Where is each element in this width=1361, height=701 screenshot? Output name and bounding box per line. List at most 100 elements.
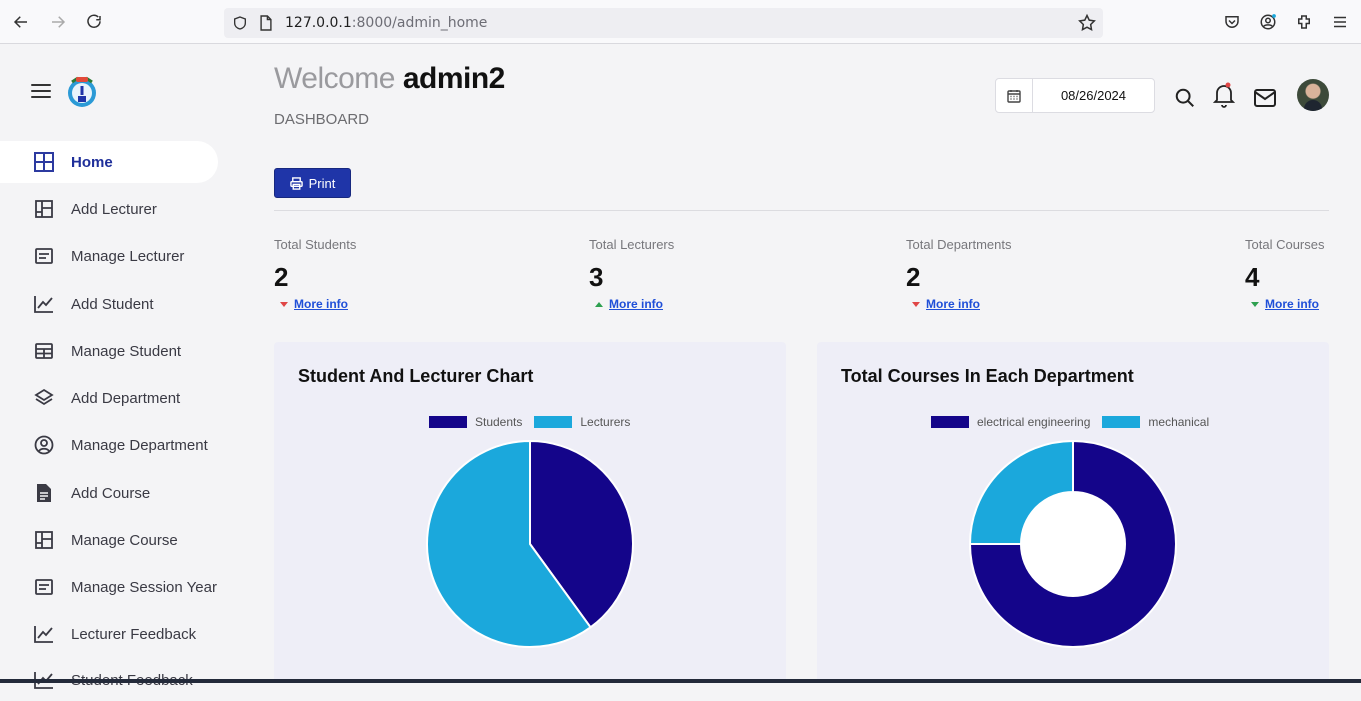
stat-value: 3	[589, 262, 604, 292]
pie-chart	[426, 439, 634, 648]
chart-legend: Students Lecturers	[429, 415, 642, 429]
reload-icon[interactable]	[82, 10, 106, 34]
file-icon	[33, 482, 55, 504]
stat-label: Total Departments	[906, 237, 1012, 252]
stat-total-departments: Total Departments 2 More info	[906, 237, 1012, 311]
sidebar-item-add-department[interactable]: Add Department	[0, 377, 218, 419]
trend-down-icon	[280, 301, 288, 307]
back-arrow-icon[interactable]	[9, 10, 33, 34]
doughnut-hole	[1021, 492, 1125, 596]
layout-icon	[33, 198, 55, 220]
legend-label: mechanical	[1148, 415, 1210, 429]
sidebar-item-label: Add Lecturer	[71, 200, 157, 218]
user-circle-icon	[33, 434, 55, 456]
sidebar-item-add-lecturer[interactable]: Add Lecturer	[0, 188, 218, 230]
sidebar-item-label: Manage Course	[71, 531, 178, 549]
mail-icon[interactable]	[1253, 86, 1277, 110]
sidebar-item-add-course[interactable]: Add Course	[0, 472, 218, 514]
doughnut-chart	[968, 439, 1177, 648]
legend-swatch	[429, 416, 467, 428]
shield-icon	[234, 16, 246, 30]
divider	[274, 210, 1329, 211]
sidebar-item-label: Manage Lecturer	[71, 247, 185, 265]
student-lecturer-chart-card: Student And Lecturer Chart Students Lectu…	[274, 342, 786, 683]
account-icon[interactable]	[1256, 10, 1280, 34]
sidebar-item-label: Add Student	[71, 295, 154, 313]
sidebar-item-label: Manage Session Year	[71, 578, 217, 596]
more-info-link[interactable]: More info	[1265, 297, 1319, 311]
stat-label: Total Courses	[1245, 237, 1325, 252]
trend-down-icon	[1251, 301, 1259, 307]
hamburger-menu-icon[interactable]	[31, 84, 51, 100]
username: admin2	[402, 62, 506, 95]
legend-swatch	[534, 416, 573, 428]
legend-item[interactable]: electrical engineering	[931, 415, 1090, 429]
chart-line-icon	[33, 293, 55, 315]
browser-toolbar: 127.0.0.1:8000/admin_home	[0, 0, 1361, 44]
legend-item[interactable]: mechanical	[1102, 415, 1209, 429]
sidebar-item-label: Add Department	[71, 389, 181, 407]
sidebar-item-label: Lecturer Feedback	[71, 625, 197, 643]
print-label: Print	[308, 175, 336, 191]
stat-value: 2	[274, 262, 289, 292]
bookmark-star-icon[interactable]	[1077, 13, 1097, 33]
table-icon	[33, 340, 55, 362]
date-value[interactable]: 08/26/2024	[1033, 79, 1154, 112]
page-title: Welcome admin2	[274, 62, 505, 96]
layout-icon	[33, 529, 55, 551]
stat-label: Total Lecturers	[589, 237, 675, 252]
sidebar-item-label: Home	[71, 153, 113, 171]
page-subtitle: DASHBOARD	[274, 111, 370, 128]
page-icon	[260, 15, 272, 31]
address-bar[interactable]: 127.0.0.1:8000/admin_home	[224, 8, 1103, 38]
sidebar: Home Add Lecturer Manage Lecturer Add St…	[0, 44, 240, 689]
stat-label: Total Students	[274, 237, 357, 252]
grid-icon	[33, 151, 55, 173]
stat-total-students: Total Students 2 More info	[274, 237, 356, 311]
card-title: Total Courses In Each Department	[841, 366, 1134, 386]
print-button[interactable]: Print	[274, 168, 351, 198]
calendar-icon[interactable]	[996, 79, 1033, 112]
more-info-link[interactable]: More info	[294, 297, 348, 311]
layers-icon	[33, 387, 55, 409]
date-picker[interactable]: 08/26/2024	[995, 78, 1155, 113]
stat-value: 2	[906, 262, 921, 292]
printer-icon	[289, 176, 303, 190]
notification-bell-icon[interactable]	[1212, 82, 1236, 108]
sidebar-item-manage-department[interactable]: Manage Department	[0, 424, 218, 466]
sidebar-item-manage-lecturer[interactable]: Manage Lecturer	[0, 235, 218, 277]
legend-label: electrical engineering	[977, 415, 1091, 429]
list-icon	[33, 245, 55, 267]
sidebar-item-manage-student[interactable]: Manage Student	[0, 330, 218, 372]
taskbar-edge	[0, 679, 1361, 683]
list-icon	[33, 576, 55, 598]
sidebar-item-home[interactable]: Home	[0, 141, 218, 183]
url-path: :8000/admin_home	[351, 15, 488, 31]
trend-up-icon	[595, 301, 603, 307]
sidebar-item-manage-session-year[interactable]: Manage Session Year	[0, 566, 218, 608]
sidebar-item-add-student[interactable]: Add Student	[0, 283, 218, 325]
legend-item[interactable]: Students	[429, 415, 522, 429]
pocket-icon[interactable]	[1220, 10, 1244, 34]
sidebar-item-label: Add Course	[71, 484, 151, 502]
sidebar-item-lecturer-feedback[interactable]: Lecturer Feedback	[0, 613, 218, 655]
sidebar-item-manage-course[interactable]: Manage Course	[0, 519, 218, 561]
app-logo	[68, 76, 96, 107]
sidebar-item-label: Manage Student	[71, 342, 182, 360]
welcome-text: Welcome	[274, 62, 395, 95]
avatar[interactable]	[1297, 79, 1329, 111]
more-info-link[interactable]: More info	[926, 297, 980, 311]
stat-value: 4	[1245, 262, 1260, 292]
url-text: 127.0.0.1:8000/admin_home	[285, 15, 487, 31]
legend-item[interactable]: Lecturers	[534, 415, 630, 429]
extensions-icon[interactable]	[1292, 10, 1316, 34]
more-info-link[interactable]: More info	[609, 297, 663, 311]
legend-label: Students	[475, 415, 523, 429]
legend-label: Lecturers	[580, 415, 631, 429]
stat-total-courses: Total Courses 4 More info	[1245, 237, 1324, 311]
search-icon[interactable]	[1173, 86, 1197, 110]
menu-icon[interactable]	[1328, 10, 1352, 34]
forward-arrow-icon[interactable]	[46, 10, 70, 34]
sidebar-item-label: Manage Department	[71, 436, 208, 454]
stat-total-lecturers: Total Lecturers 3 More info	[589, 237, 674, 311]
